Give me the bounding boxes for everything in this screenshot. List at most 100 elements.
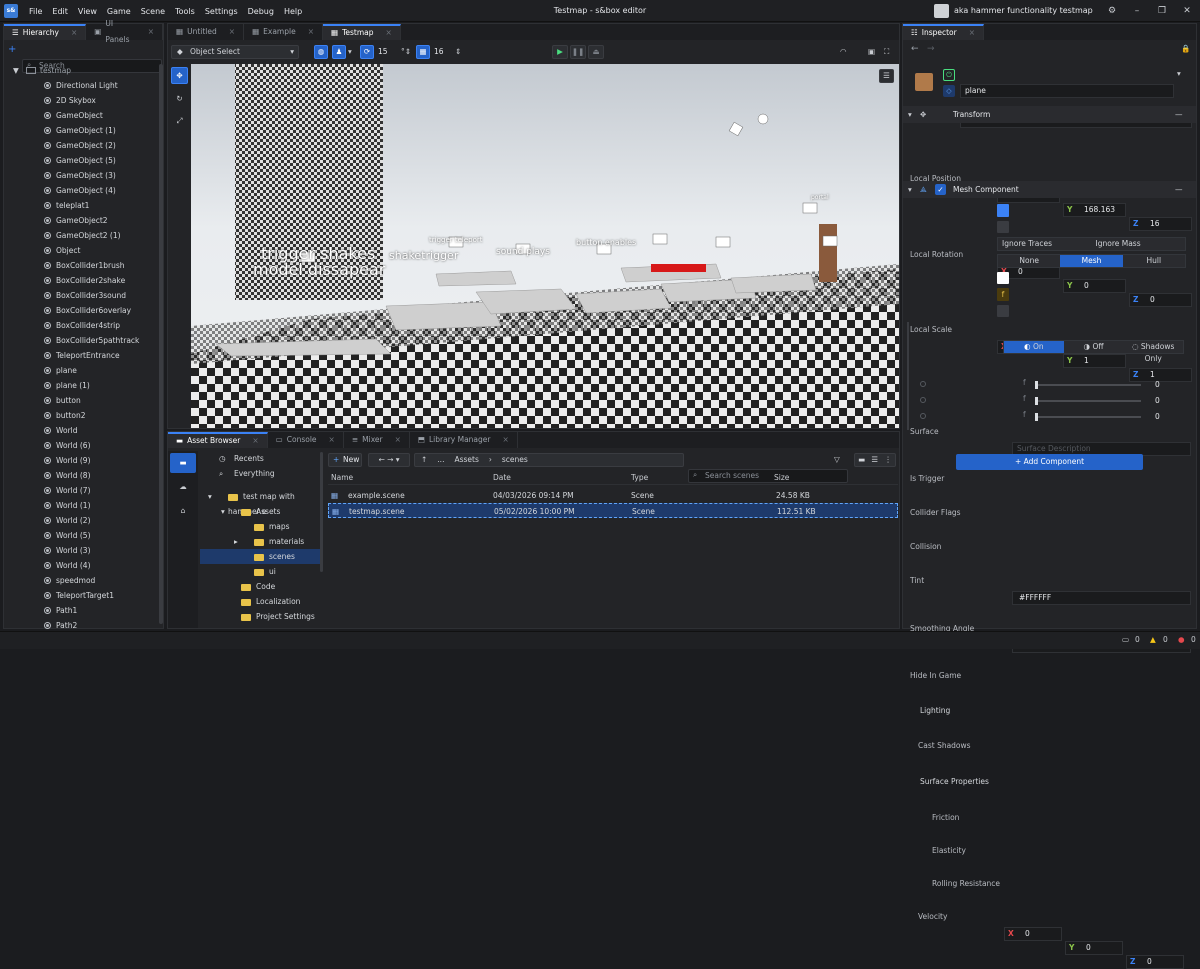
hierarchy-item[interactable]: World (8) <box>4 468 156 483</box>
add-component-button[interactable]: + Add Component <box>956 454 1143 470</box>
breadcrumb-ellipsis[interactable]: ... <box>437 454 444 466</box>
tree-scrollbar[interactable] <box>320 452 323 572</box>
slider-track[interactable] <box>1035 384 1141 386</box>
local-rotation-z[interactable]: Z0 <box>1129 293 1192 307</box>
hierarchy-item[interactable]: plane (1) <box>4 378 156 393</box>
shadows-only[interactable]: ◌ Shadows Only <box>1123 341 1183 363</box>
lock-icon[interactable]: 🔒 <box>1181 44 1190 53</box>
hide-in-game-checkbox[interactable] <box>997 305 1009 317</box>
shadows-on[interactable]: ◐ On <box>1004 341 1064 353</box>
close-icon[interactable]: × <box>969 26 975 40</box>
hierarchy-item[interactable]: Directional Light <box>4 78 156 93</box>
asset-tree-item[interactable]: ui <box>200 564 322 579</box>
move-icon[interactable]: ✥ <box>171 67 188 84</box>
hierarchy-item[interactable]: World (2) <box>4 513 156 528</box>
tint-input[interactable]: #FFFFFF <box>1012 591 1191 605</box>
radio-icon[interactable] <box>920 413 926 419</box>
velocity-x[interactable]: X0 <box>1004 927 1062 941</box>
asset-tree-item[interactable]: Localization <box>200 594 322 609</box>
hierarchy-item[interactable]: BoxCollider3sound <box>4 288 156 303</box>
hierarchy-item[interactable]: Path2 <box>4 618 156 629</box>
tint-swatch[interactable] <box>997 272 1009 284</box>
slider-track[interactable] <box>1035 416 1141 418</box>
column-size[interactable]: Size <box>774 470 789 485</box>
close-icon[interactable]: × <box>71 26 77 40</box>
chevron-right-icon[interactable]: ▸ <box>234 534 238 549</box>
velocity-y[interactable]: Y0 <box>1065 941 1123 955</box>
angle-snap-icon[interactable]: ⟳ <box>360 45 374 59</box>
close-icon[interactable]: × <box>502 432 508 448</box>
tab-scene-untitled[interactable]: ▦ Untitled × <box>168 24 245 40</box>
mesh-header[interactable]: ▾ ⟁ ✓ Mesh Component — <box>903 181 1196 198</box>
close-icon[interactable]: × <box>148 24 154 40</box>
menu-debug[interactable]: Debug <box>243 7 279 16</box>
hierarchy-item[interactable]: BoxCollider2shake <box>4 273 156 288</box>
list-view-icon[interactable]: ☰ <box>871 454 878 466</box>
quick-recents[interactable]: ◷ Recents <box>200 451 322 466</box>
chevron-down-icon[interactable]: ▾ <box>221 504 225 519</box>
column-name[interactable]: Name <box>331 470 353 485</box>
back-arrow-icon[interactable]: ← <box>911 44 919 54</box>
enabled-checkbox[interactable]: ✓ <box>935 184 946 195</box>
chevron-down-icon[interactable]: ▾ <box>1177 69 1181 78</box>
scale-icon[interactable]: ⤢ <box>171 112 188 129</box>
settings-gear-icon[interactable]: ⚙ <box>1103 0 1121 22</box>
more-icon[interactable]: ⋮ <box>884 454 892 466</box>
slider-knob[interactable] <box>1035 397 1038 405</box>
play-icon[interactable]: ▶ <box>552 45 568 59</box>
close-icon[interactable]: × <box>229 24 235 40</box>
folder-view-icon[interactable]: ▬ <box>858 454 865 466</box>
tab-ui-panels[interactable]: ▣ UI Panels × <box>86 19 163 44</box>
eject-icon[interactable]: ⏏ <box>588 45 604 59</box>
tab-scene-example[interactable]: ▦ Example × <box>244 24 323 40</box>
close-icon[interactable]: × <box>386 26 392 40</box>
grid-icon[interactable]: ▦ <box>416 45 430 59</box>
menu-icon[interactable]: — <box>1175 181 1183 198</box>
file-row[interactable]: ▦ example.scene 04/03/2026 09:14 PM Scene 24… <box>328 488 898 503</box>
hierarchy-item[interactable]: Object <box>4 243 156 258</box>
local-position-y[interactable]: Y 168.163 <box>1063 203 1126 217</box>
hierarchy-item[interactable]: BoxCollider6overlay <box>4 303 156 318</box>
local-position-z[interactable]: Z 16 <box>1129 217 1192 231</box>
hierarchy-item[interactable]: plane <box>4 363 156 378</box>
breadcrumb-scenes[interactable]: scenes <box>502 454 528 466</box>
hierarchy-item[interactable]: TeleportTarget1 <box>4 588 156 603</box>
warning-icon[interactable]: ▲ <box>1150 635 1156 644</box>
hierarchy-item[interactable]: GameObject (3) <box>4 168 156 183</box>
collision-mesh[interactable]: Mesh <box>1060 255 1123 267</box>
close-icon[interactable]: × <box>252 434 258 448</box>
friction-slider[interactable]: f0 <box>1021 377 1185 392</box>
hierarchy-scrollbar[interactable] <box>159 64 163 624</box>
surface-icon[interactable] <box>997 204 1009 217</box>
library-icon[interactable]: ⌂ <box>170 501 196 521</box>
stepper-icon[interactable]: ⇕ <box>455 45 461 59</box>
flag-ignore-traces[interactable]: Ignore Traces <box>998 238 1092 250</box>
hierarchy-item[interactable]: button2 <box>4 408 156 423</box>
pivot-icon[interactable]: ♟ <box>332 45 346 59</box>
hierarchy-item[interactable]: GameObject (5) <box>4 153 156 168</box>
hierarchy-item[interactable]: BoxCollider5pathtrack <box>4 333 156 348</box>
chevron-down-icon[interactable]: ▾ <box>208 489 212 504</box>
asset-tree-item[interactable]: ▾ Assets <box>200 504 322 519</box>
pause-icon[interactable]: ❚❚ <box>570 45 586 59</box>
hierarchy-item[interactable]: World (5) <box>4 528 156 543</box>
column-date[interactable]: Date <box>493 470 511 485</box>
radio-icon[interactable] <box>920 397 926 403</box>
rolling-slider[interactable]: f0 <box>1021 409 1185 424</box>
new-asset-button[interactable]: + New <box>328 453 362 467</box>
breadcrumb-assets[interactable]: Assets <box>454 454 478 466</box>
stepper-icon[interactable]: °⇕ <box>401 45 411 59</box>
hierarchy-item[interactable]: World (7) <box>4 483 156 498</box>
asset-tree-item[interactable]: Project Settings <box>200 609 322 624</box>
menu-edit[interactable]: Edit <box>47 7 73 16</box>
radio-icon[interactable] <box>920 381 926 387</box>
file-row[interactable]: ▦ testmap.scene 05/02/2026 10:00 PM Scene 11… <box>328 503 898 518</box>
hierarchy-item[interactable]: teleplat1 <box>4 198 156 213</box>
add-object-button[interactable]: + <box>8 44 18 56</box>
asset-tree-item[interactable]: ▸ materials <box>200 534 322 549</box>
hierarchy-item[interactable]: GameObject2 <box>4 213 156 228</box>
network-icon[interactable]: ◠ <box>840 45 847 59</box>
fullscreen-icon[interactable]: ⛶ <box>884 45 889 59</box>
chevron-down-icon[interactable]: ▼ <box>13 63 19 78</box>
cloud-icon[interactable]: ☁ <box>170 477 196 497</box>
